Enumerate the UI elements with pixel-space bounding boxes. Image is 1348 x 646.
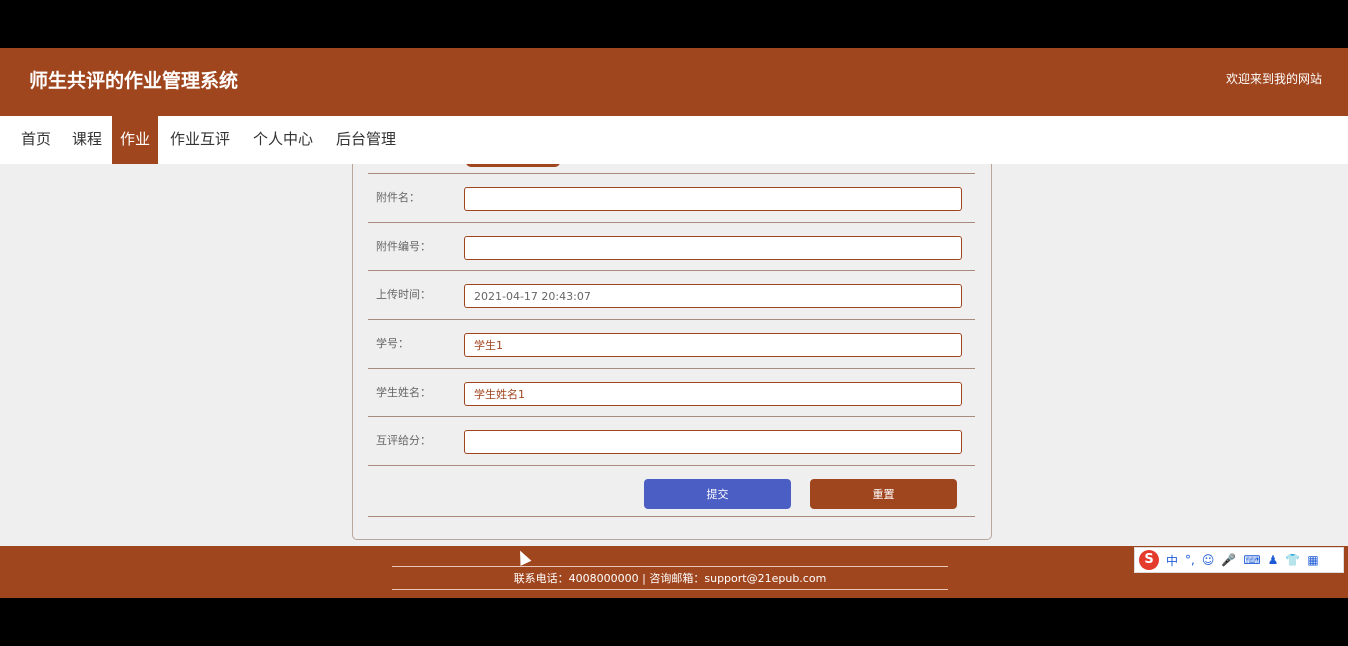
ime-punctuation-icon[interactable]: °, [1185,553,1195,567]
attachment-name-label: 附件名： [376,191,420,204]
student-id-label: 学号： [376,337,409,350]
form-row-attachment-name: 附件名： [368,173,975,222]
ime-emoji-icon[interactable]: ☺ [1202,553,1215,567]
content-area: 附件名： 附件编号： 上传时间： 学号： 学生姓名： 互评给分： 提交 重置 [0,164,1348,546]
ime-chinese-mode-icon[interactable]: 中 [1166,552,1178,569]
ime-keyboard-icon[interactable]: ⌨ [1243,553,1260,567]
peer-score-label: 互评给分： [376,434,431,447]
form-row-student-id: 学号： [368,319,975,368]
form-row-peer-score: 互评给分： [368,416,975,465]
nav-peer-review[interactable]: 作业互评 [162,116,238,164]
form-panel: 附件名： 附件编号： 上传时间： 学号： 学生姓名： 互评给分： 提交 重置 [352,164,992,540]
nav-admin[interactable]: 后台管理 [328,116,404,164]
student-id-input[interactable] [464,333,962,357]
nav-personal-center[interactable]: 个人中心 [245,116,321,164]
nav-home[interactable]: 首页 [13,116,59,164]
peer-score-input[interactable] [464,430,962,454]
upload-time-label: 上传时间： [376,288,431,301]
ime-toolbar: S 中 °, ☺ 🎤 ⌨ ♟ 👕 ▦ [1134,547,1344,573]
ime-tools-icon[interactable]: ♟ [1268,553,1279,567]
attachment-number-label: 附件编号： [376,240,431,253]
form-actions: 提交 重置 [368,465,975,517]
sogou-logo-icon[interactable]: S [1139,550,1159,570]
ime-voice-icon[interactable]: 🎤 [1221,553,1236,567]
nav-courses[interactable]: 课程 [64,116,110,164]
attachment-number-input[interactable] [464,236,962,260]
student-name-label: 学生姓名： [376,386,431,399]
ime-menu-icon[interactable]: ▦ [1307,553,1318,567]
nav-homework[interactable]: 作业 [112,116,159,164]
form-row-attachment-number: 附件编号： [368,222,975,271]
attachment-name-input[interactable] [464,187,962,211]
reset-button[interactable]: 重置 [810,479,957,509]
footer-divider-bottom [392,589,948,590]
form-row-student-name: 学生姓名： [368,368,975,417]
form-row-upload-time: 上传时间： [368,270,975,319]
ime-skin-icon[interactable]: 👕 [1285,553,1300,567]
submit-button[interactable]: 提交 [644,479,791,509]
upload-time-input[interactable] [464,284,962,308]
site-header: 师生共评的作业管理系统 欢迎来到我的网站 [0,48,1348,116]
welcome-text: 欢迎来到我的网站 [1225,72,1322,86]
site-title: 师生共评的作业管理系统 [29,70,239,92]
footer-divider-top [392,566,948,567]
footer-contact: 联系电话：4008000000 | 咨询邮箱：support@21epub.co… [513,572,827,585]
student-name-input[interactable] [464,382,962,406]
main-nav: 首页 课程 作业 作业互评 个人中心 后台管理 [0,116,1348,164]
upload-button[interactable] [466,164,560,167]
